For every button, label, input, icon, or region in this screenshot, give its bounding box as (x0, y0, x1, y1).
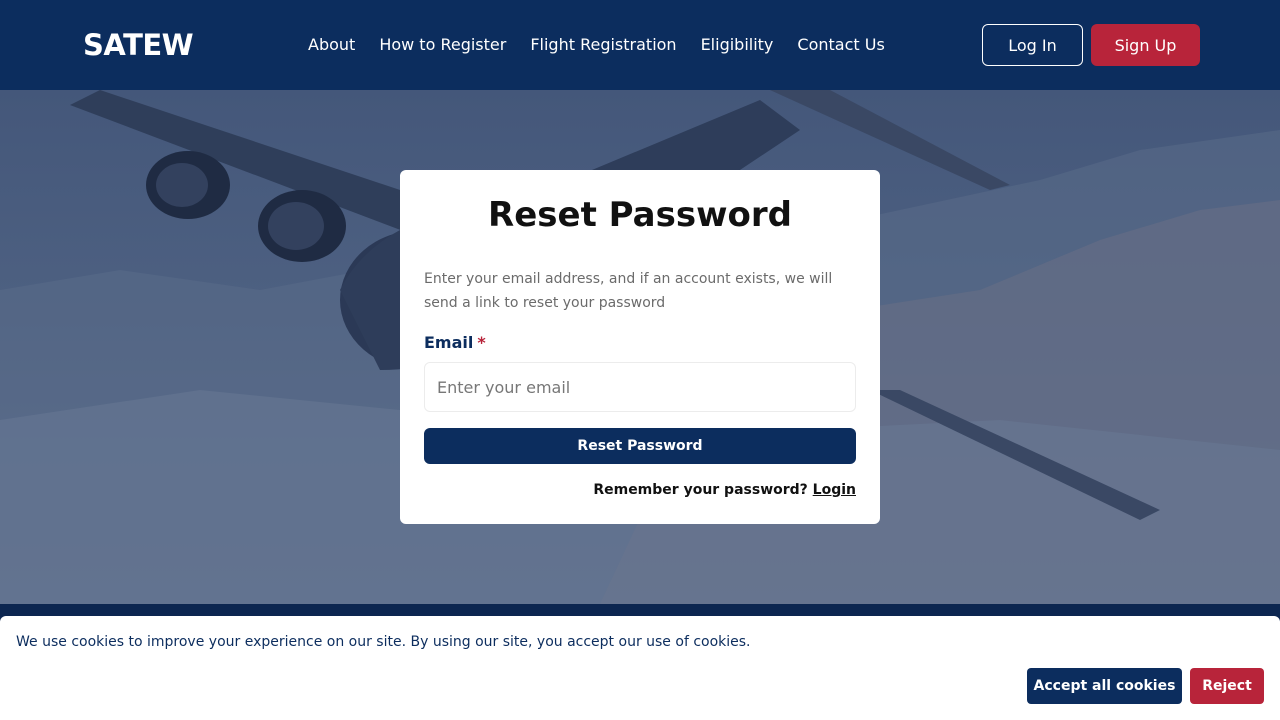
reset-password-button[interactable]: Reset Password (424, 428, 856, 464)
site-header: SATEW About How to Register Flight Regis… (0, 0, 1280, 90)
remember-password-text: Remember your password? (593, 482, 808, 498)
site-logo[interactable]: SATEW (83, 28, 194, 62)
reset-instructions: Enter your email address, and if an acco… (424, 271, 833, 311)
nav-link-eligibility[interactable]: Eligibility (701, 34, 774, 56)
reset-password-card: Reset Password Enter your email address,… (400, 170, 880, 524)
cookie-message: We use cookies to improve your experienc… (16, 634, 751, 650)
accept-cookies-button[interactable]: Accept all cookies (1027, 668, 1182, 704)
login-button[interactable]: Log In (982, 24, 1083, 66)
nav-link-about[interactable]: About (308, 34, 355, 56)
main-nav: About How to Register Flight Registratio… (308, 34, 885, 56)
cookie-banner: We use cookies to improve your experienc… (0, 616, 1280, 720)
page-title: Reset Password (488, 195, 792, 235)
email-label: Email * (424, 332, 486, 354)
email-label-text: Email (424, 333, 474, 352)
nav-link-contact-us[interactable]: Contact Us (797, 34, 884, 56)
reject-cookies-button[interactable]: Reject (1190, 668, 1264, 704)
signup-button[interactable]: Sign Up (1091, 24, 1200, 66)
required-indicator: * (477, 333, 486, 352)
email-input[interactable] (424, 362, 856, 412)
nav-link-how-to-register[interactable]: How to Register (379, 34, 506, 56)
nav-link-flight-registration[interactable]: Flight Registration (530, 34, 676, 56)
remember-password-line: Remember your password? Login (593, 480, 856, 500)
login-link[interactable]: Login (813, 482, 856, 498)
